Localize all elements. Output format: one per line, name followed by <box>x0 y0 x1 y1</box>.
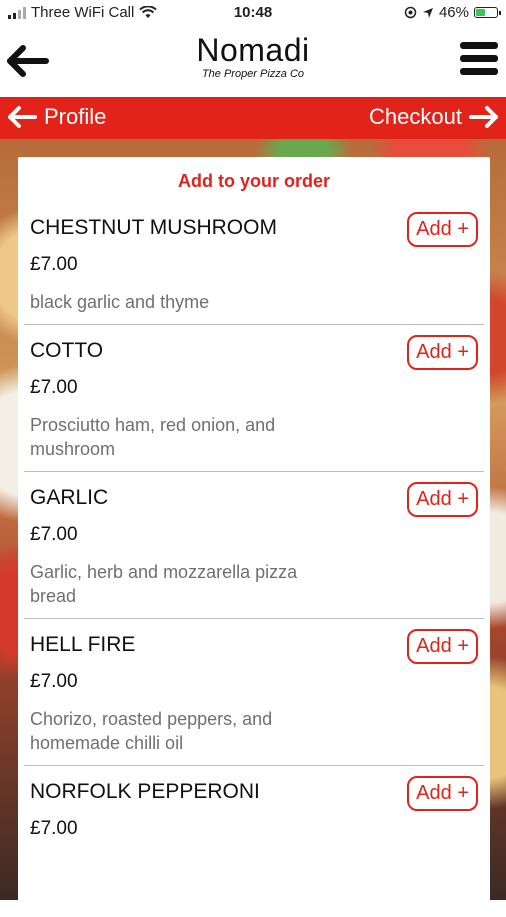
menu-item: COTTO £7.00 Prosciutto ham, red onion, a… <box>24 325 484 472</box>
brand-name: Nomadi <box>196 32 310 68</box>
profile-label: Profile <box>44 104 107 129</box>
checkout-label: Checkout <box>369 104 462 129</box>
item-description: black garlic and thyme <box>30 292 210 312</box>
menu-item: CHESTNUT MUSHROOM £7.00 black garlic and… <box>24 202 484 325</box>
arrow-right-icon <box>469 106 498 128</box>
menu-item: GARLIC £7.00 Garlic, herb and mozzarella… <box>24 472 484 619</box>
item-price: £7.00 <box>30 818 78 839</box>
item-description: Prosciutto ham, red onion, and mushroom <box>30 415 276 459</box>
brand-tagline: The Proper Pizza Co <box>201 68 305 80</box>
battery-fill <box>476 9 486 16</box>
item-name: HELL FIRE <box>30 633 136 656</box>
add-button[interactable]: Add + <box>407 482 478 517</box>
item-name: NORFOLK PEPPERONI <box>30 780 260 803</box>
add-button[interactable]: Add + <box>407 776 478 811</box>
nav-bar: Profile Checkout <box>0 97 506 139</box>
arrow-icon <box>422 7 433 18</box>
item-price: £7.00 <box>30 671 78 692</box>
battery-icon <box>474 7 501 18</box>
add-button[interactable]: Add + <box>407 335 478 370</box>
item-price: £7.00 <box>30 524 78 545</box>
app-header: Nomadi The Proper Pizza Co <box>0 26 506 96</box>
status-right: 46% <box>404 4 501 21</box>
add-button[interactable]: Add + <box>407 212 478 247</box>
brand-logo: Nomadi The Proper Pizza Co <box>0 32 506 80</box>
profile-nav-button[interactable]: Profile <box>6 104 106 130</box>
card-title: Add to your order <box>178 171 330 191</box>
battery-percent: 46% <box>438 4 469 21</box>
item-description: Garlic, herb and mozzarella pizza bread <box>30 562 298 606</box>
location-icon <box>404 6 417 19</box>
item-name: COTTO <box>30 339 104 362</box>
menu-item: NORFOLK PEPPERONI £7.00 Add + <box>24 766 484 850</box>
add-to-order-card: Add to your order CHESTNUT MUSHROOM £7.0… <box>18 157 490 917</box>
item-price: £7.00 <box>30 254 78 275</box>
item-name: GARLIC <box>30 486 109 509</box>
status-bar: Three WiFi Call 10:48 46% <box>0 0 506 26</box>
menu-item: HELL FIRE £7.00 Chorizo, roasted peppers… <box>24 619 484 766</box>
menu-icon[interactable] <box>460 42 498 78</box>
item-price: £7.00 <box>30 377 78 398</box>
checkout-nav-button[interactable]: Checkout <box>369 104 500 130</box>
add-button[interactable]: Add + <box>407 629 478 664</box>
item-name: CHESTNUT MUSHROOM <box>30 216 277 239</box>
arrow-left-icon <box>8 106 37 128</box>
item-description: Chorizo, roasted peppers, and homemade c… <box>30 709 273 753</box>
